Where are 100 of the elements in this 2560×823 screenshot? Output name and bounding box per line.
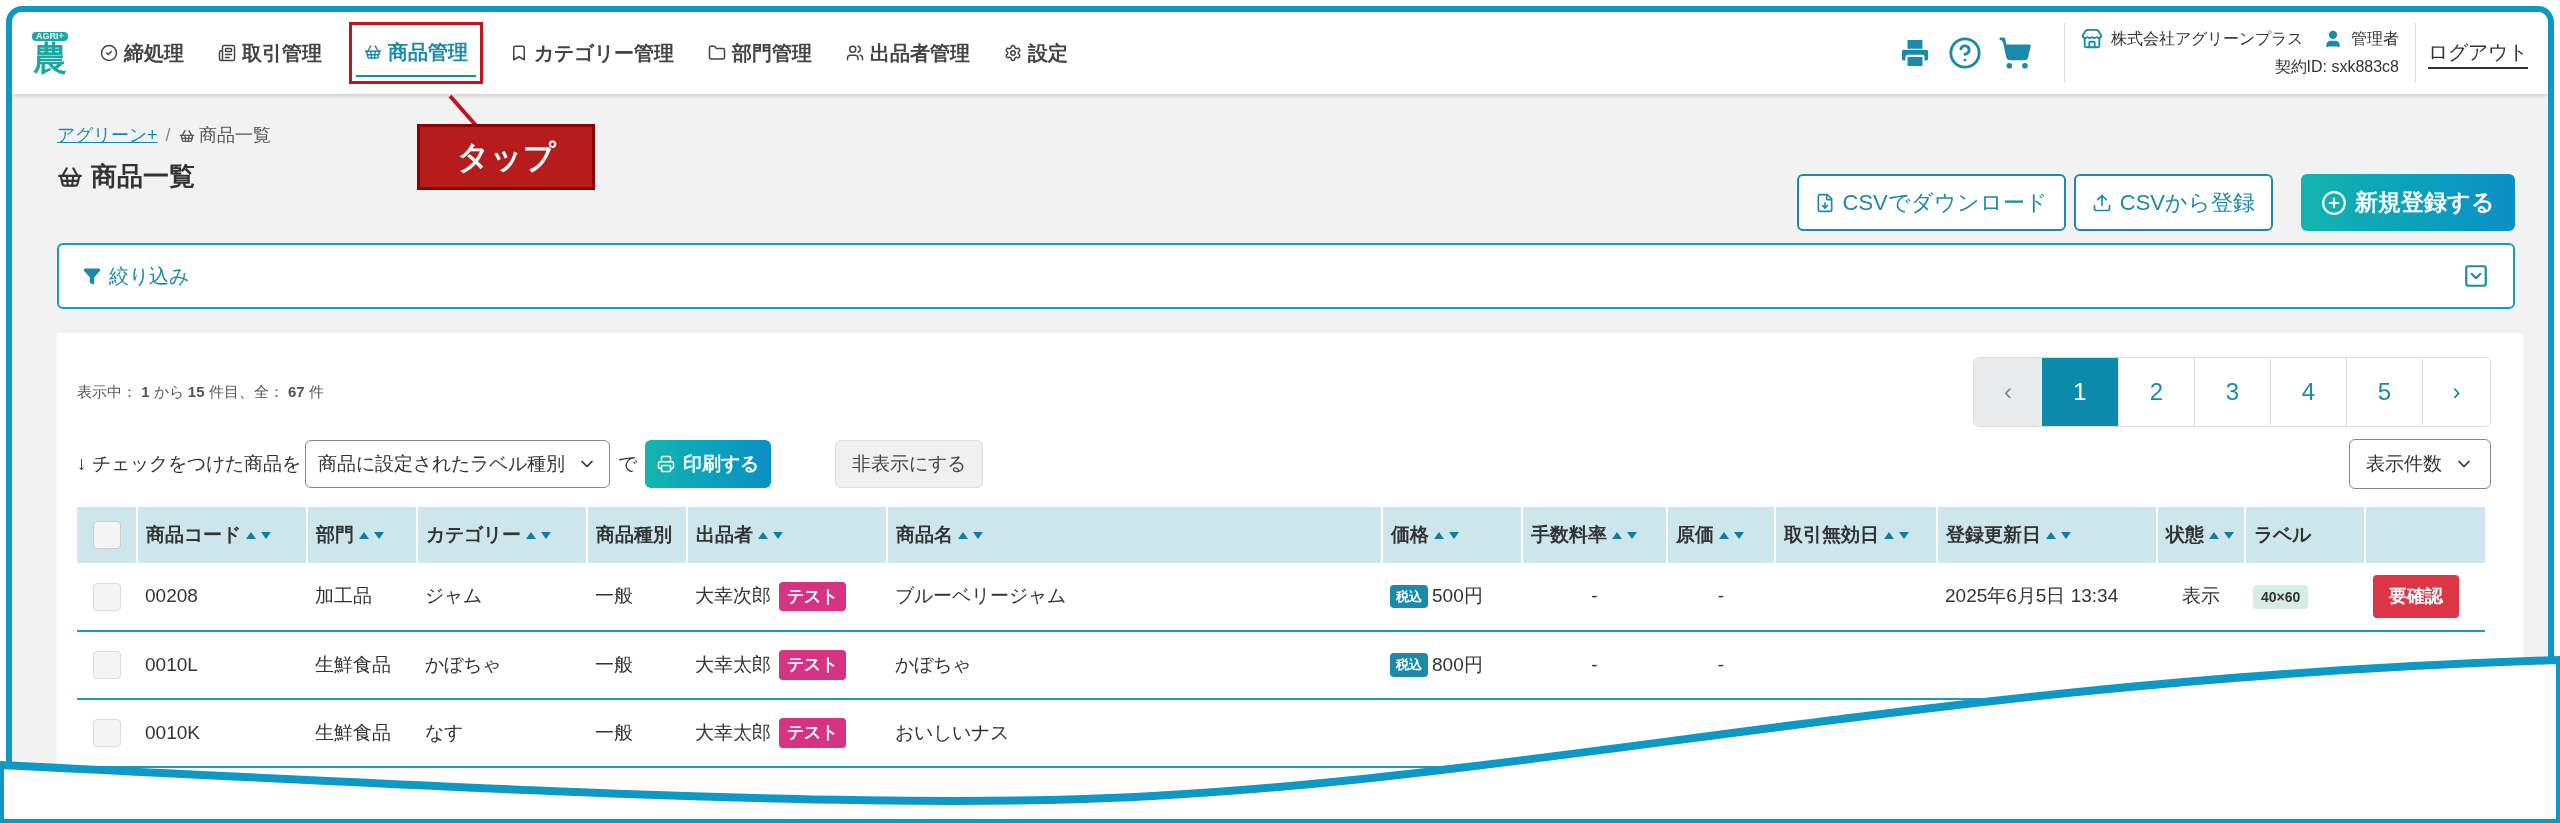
test-tag: テスト	[779, 718, 846, 748]
sort-icon[interactable]	[957, 529, 985, 541]
sort-icon[interactable]	[525, 529, 553, 541]
logout-link[interactable]: ログアウト	[2428, 37, 2528, 69]
table-cell: 00208	[145, 585, 198, 607]
hide-button[interactable]: 非表示にする	[834, 440, 983, 488]
bulk-action-label: ↓ チェックをつけた商品を	[77, 451, 301, 476]
csv-button[interactable]: CSVでダウンロード	[1796, 174, 2066, 231]
page-button[interactable]: 1	[2042, 358, 2118, 426]
table-header[interactable]: 商品名	[887, 507, 1382, 563]
label-type-select[interactable]: 商品に設定されたラベル種別	[304, 440, 610, 488]
needs-check-button[interactable]: 要確認	[2373, 575, 2459, 618]
table-cell-text: 表示	[2181, 584, 2221, 609]
sort-icon[interactable]	[2208, 529, 2236, 541]
table-cell: なす	[425, 721, 463, 743]
breadcrumb-separator: /	[165, 124, 171, 147]
ledger-icon	[217, 44, 236, 62]
sort-icon[interactable]	[757, 529, 785, 541]
filter-icon	[83, 267, 101, 285]
chevron-down-icon[interactable]	[2463, 263, 2489, 289]
nav-item[interactable]: 設定	[1003, 30, 1068, 76]
per-page-select[interactable]: 表示件数	[2349, 439, 2491, 489]
nav-item[interactable]: 部門管理	[707, 30, 812, 76]
folder-icon	[707, 44, 726, 62]
table-header[interactable]: 登録更新日	[1937, 507, 2157, 563]
nav-item[interactable]: 出品者管理	[845, 30, 970, 76]
table-header[interactable]: 価格	[1382, 507, 1522, 563]
contract-id: 契約ID: sxk883c8	[2274, 57, 2399, 77]
table-header[interactable]: 部門	[307, 507, 417, 563]
table-cell: 加工品	[315, 585, 372, 607]
plus-circle-icon	[2321, 189, 2347, 216]
sort-icon[interactable]	[1611, 529, 1639, 541]
table-header[interactable]: 手数料率	[1522, 507, 1667, 563]
check-circle-icon	[99, 44, 118, 62]
table-cell: 0010L	[145, 653, 198, 675]
upload-icon	[2091, 192, 2112, 213]
sort-icon[interactable]	[245, 529, 273, 541]
basket-icon	[178, 127, 195, 144]
table-header[interactable]: 状態	[2157, 507, 2245, 563]
table-header: 商品種別	[587, 507, 687, 563]
nav-item[interactable]: 商品管理	[355, 29, 476, 77]
price-text: 800円	[1432, 652, 1483, 677]
sort-icon[interactable]	[2045, 529, 2073, 541]
table-header[interactable]: 取引無効日	[1775, 507, 1937, 563]
seller-name: 大幸次郎	[695, 584, 771, 609]
select-all-checkbox[interactable]	[92, 521, 121, 549]
basket-icon	[363, 43, 382, 61]
nav-item[interactable]: 取引管理	[217, 30, 322, 76]
table-cell: 一般	[595, 721, 633, 743]
table-cell: 2025年6月5日 13:34	[1945, 585, 2119, 607]
breadcrumb-link[interactable]: アグリーン+	[57, 122, 158, 149]
table-header: ラベル	[2245, 507, 2365, 563]
page-title: 商品一覧	[91, 160, 195, 193]
table-cell: かぼちゃ	[425, 653, 501, 675]
table-header[interactable]: 原価	[1667, 507, 1775, 563]
row-checkbox[interactable]	[93, 719, 121, 747]
price-text: 500円	[1432, 584, 1483, 609]
user-role: 管理者	[2351, 29, 2399, 49]
table-cell: 0010K	[145, 721, 200, 743]
table-cell-text: -	[1590, 652, 1599, 677]
breadcrumb-current: 商品一覧	[198, 124, 271, 147]
sort-icon[interactable]	[1883, 529, 1911, 541]
filter-label: 絞り込み	[109, 264, 189, 289]
row-checkbox[interactable]	[93, 651, 121, 679]
table-cell-text: -	[1716, 584, 1726, 609]
filter-panel[interactable]: 絞り込み	[57, 243, 2515, 309]
sort-icon[interactable]	[1718, 529, 1746, 541]
table-header[interactable]: 出品者	[687, 507, 887, 563]
settings-icon	[1003, 44, 1022, 62]
table-cell: 一般	[595, 653, 633, 675]
table-cell: おいしいナス	[895, 721, 1009, 743]
row-checkbox[interactable]	[93, 582, 121, 611]
user-icon	[2323, 29, 2343, 49]
tax-badge: 税込	[1390, 584, 1428, 609]
printer-icon	[656, 455, 675, 473]
help-icon[interactable]	[1948, 36, 1982, 70]
sort-icon[interactable]	[1433, 529, 1461, 541]
table-cell: ブルーベリージャム	[895, 585, 1066, 607]
result-summary: 表示中： 1 から 15 件目、全： 67 件	[77, 381, 324, 402]
store-icon	[2081, 28, 2103, 50]
nav-item[interactable]: 締処理	[99, 30, 184, 76]
table-cell: ジャム	[425, 585, 482, 607]
cart-icon[interactable]	[1998, 36, 2032, 70]
label-size-badge: 40×60	[2253, 585, 2309, 610]
seller-name: 大幸太郎	[695, 652, 771, 677]
table-header[interactable]: カテゴリー	[417, 507, 587, 563]
joiner-text: で	[617, 451, 637, 476]
seller-name: 大幸太郎	[695, 720, 771, 745]
table-cell-text: -	[1590, 584, 1599, 609]
test-tag: テスト	[779, 581, 846, 612]
company-name: 株式会社アグリーンプラス	[2111, 29, 2303, 49]
table-header[interactable]: 商品コード	[137, 507, 307, 563]
test-tag: テスト	[779, 650, 846, 680]
nav-item[interactable]: カテゴリー管理	[509, 30, 674, 76]
next-page-button[interactable]: ›	[2422, 358, 2490, 426]
csv-button[interactable]: CSVから登録	[2073, 174, 2273, 231]
sort-icon[interactable]	[358, 529, 386, 541]
table-cell: 生鮮食品	[315, 721, 391, 743]
table-cell: 生鮮食品	[315, 653, 391, 675]
tax-badge: 税込	[1390, 653, 1428, 677]
